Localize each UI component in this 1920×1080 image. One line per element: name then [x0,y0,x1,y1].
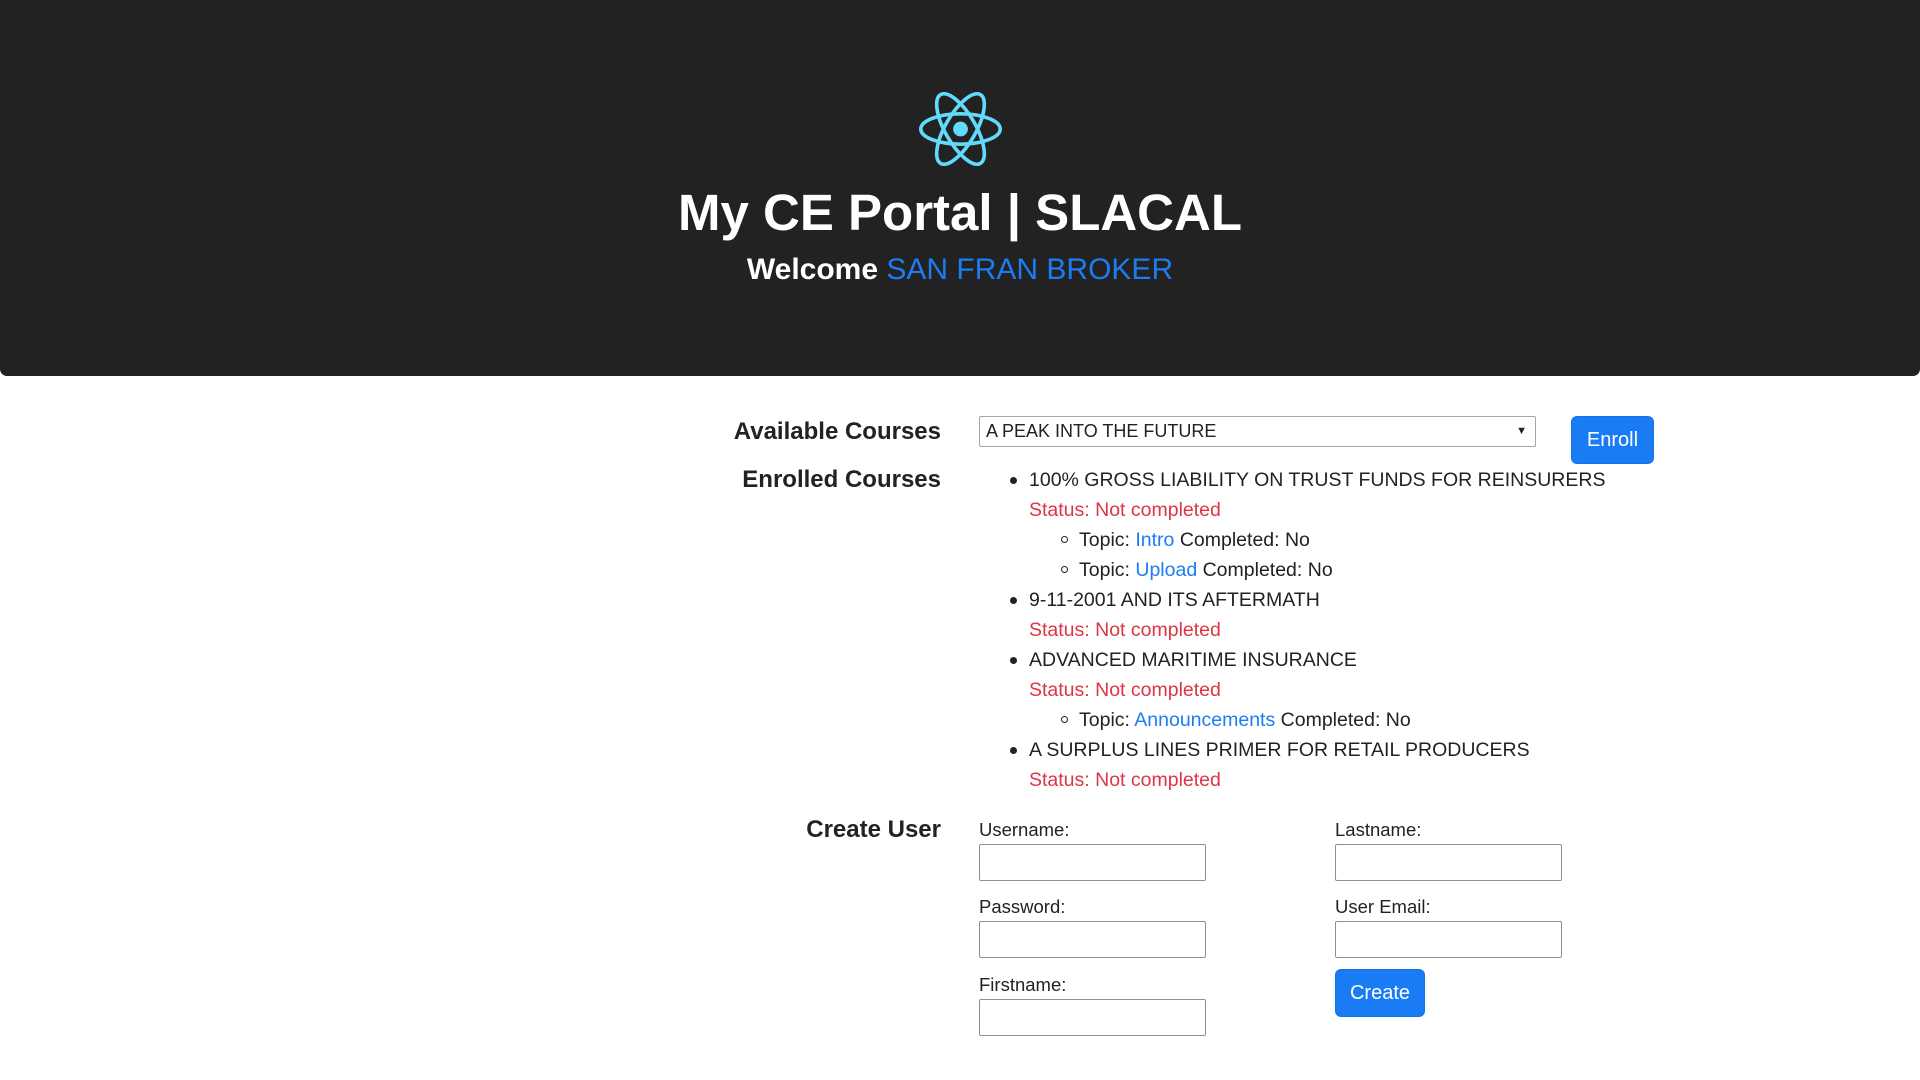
firstname-label: Firstname: [979,974,1067,995]
status-prefix: Status: [1029,769,1090,791]
bullet-icon [1010,477,1017,484]
lastname-field[interactable] [1335,844,1562,881]
chevron-down-icon: ▼ [1516,425,1527,437]
status-value: Not completed [1095,769,1221,791]
bullet-icon [1010,657,1017,664]
circle-bullet-icon [1061,716,1068,723]
welcome-message: Welcome SAN FRAN BROKER [0,249,1920,291]
app-header: My CE Portal | SLACAL Welcome SAN FRAN B… [0,0,1920,376]
list-item: 9-11-2001 AND ITS AFTERMATH Status: Not c… [1010,585,1660,645]
course-select[interactable]: A PEAK INTO THE FUTURE ▼ [979,416,1536,447]
enrolled-courses-label: Enrolled Courses [742,466,941,493]
topic-item: Topic: Upload Completed: No [1029,555,1660,585]
topic-item: Topic: Announcements Completed: No [1029,705,1660,735]
status-value: Not completed [1095,679,1221,701]
firstname-field[interactable] [979,999,1206,1036]
course-name: 100% GROSS LIABILITY ON TRUST FUNDS FOR … [1029,469,1606,491]
topic-link[interactable]: Announcements [1134,709,1275,731]
status-value: Not completed [1095,499,1221,521]
topic-link[interactable]: Upload [1135,559,1197,581]
status-prefix: Status: [1029,499,1090,521]
password-field[interactable] [979,921,1206,958]
bullet-icon [1010,597,1017,604]
completed-prefix: Completed: [1179,529,1280,551]
username-field[interactable] [979,844,1206,881]
list-item: ADVANCED MARITIME INSURANCE Status: Not c… [1010,645,1660,735]
create-user-label: Create User [806,816,941,843]
page-title: My CE Portal | SLACAL [678,184,1242,241]
topic-prefix: Topic: [1079,559,1130,581]
topic-item: Topic: Intro Completed: No [1029,525,1660,555]
user-name: SAN FRAN BROKER [886,253,1174,286]
available-courses-label: Available Courses [733,418,941,445]
course-name: A SURPLUS LINES PRIMER FOR RETAIL PRODUC… [1029,739,1530,761]
lastname-label: Lastname: [1335,819,1422,840]
password-label: Password: [979,896,1066,917]
topic-prefix: Topic: [1079,709,1130,731]
create-button[interactable]: Create [1335,969,1425,1017]
course-select-value: A PEAK INTO THE FUTURE [986,421,1217,441]
list-item: 100% GROSS LIABILITY ON TRUST FUNDS FOR … [1010,465,1660,585]
topic-link[interactable]: Intro [1135,529,1174,551]
status-prefix: Status: [1029,679,1090,701]
user-email-field[interactable] [1335,921,1562,958]
enrolled-courses-list: 100% GROSS LIABILITY ON TRUST FUNDS FOR … [1010,465,1660,795]
completed-prefix: Completed: [1280,709,1381,731]
status-text: Status: Not completed [1029,615,1660,645]
status-text: Status: Not completed [1029,765,1660,795]
list-item: A SURPLUS LINES PRIMER FOR RETAIL PRODUC… [1010,735,1660,795]
status-text: Status: Not completed [1029,495,1660,525]
username-label: Username: [979,819,1070,840]
course-name: 9-11-2001 AND ITS AFTERMATH [1029,589,1320,611]
circle-bullet-icon [1061,536,1068,543]
course-name: ADVANCED MARITIME INSURANCE [1029,649,1357,671]
status-prefix: Status: [1029,619,1090,641]
completed-value: No [1385,709,1411,731]
status-text: Status: Not completed [1029,675,1660,705]
user-email-label: User Email: [1335,896,1431,917]
topic-list: Topic: Announcements Completed: No [1029,705,1660,735]
completed-value: No [1284,529,1310,551]
completed-prefix: Completed: [1202,559,1303,581]
status-value: Not completed [1095,619,1221,641]
completed-value: No [1307,559,1333,581]
enroll-button[interactable]: Enroll [1571,416,1654,464]
bullet-icon [1010,747,1017,754]
circle-bullet-icon [1061,566,1068,573]
topic-prefix: Topic: [1079,529,1130,551]
welcome-prefix: Welcome [746,253,879,286]
react-atom-icon [919,92,1002,166]
topic-list: Topic: Intro Completed: No Topic: Upload … [1029,525,1660,585]
